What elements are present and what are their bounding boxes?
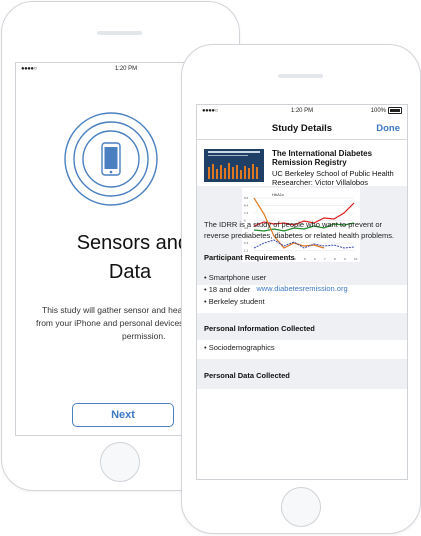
- chart-x-tick: 8: [334, 257, 336, 261]
- list-item: • Sociodemographics: [204, 343, 275, 352]
- list-item-label: 18 and older: [208, 285, 251, 294]
- chart-x-tick: 9: [344, 257, 346, 261]
- home-button[interactable]: [281, 487, 321, 527]
- chart-y-tick: 2.4: [244, 241, 249, 245]
- battery-indicator: 100%: [371, 107, 402, 114]
- study-details-screen: ●●●●○ 1:20 PM 100% Study Details Done Th…: [196, 104, 408, 480]
- battery-label: 100%: [370, 107, 386, 114]
- section-title-personal-data: Personal Data Collected: [204, 371, 290, 380]
- list-item-label: Berkeley student: [208, 297, 265, 306]
- home-button[interactable]: [100, 442, 140, 482]
- chart-x-tick: 10: [354, 257, 358, 261]
- section-title-requirements: Participant Requirements: [204, 253, 295, 262]
- status-bar: ●●●●○ 1:20 PM 100%: [197, 105, 407, 117]
- chart-series-blue: [253, 239, 355, 249]
- list-item: • Berkeley student: [204, 297, 265, 306]
- battery-icon: [388, 107, 402, 114]
- list-item-label: Smartphone user: [208, 273, 267, 282]
- done-button[interactable]: Done: [376, 123, 400, 134]
- study-thumbnail: [204, 149, 264, 182]
- chart-label: HbA1c: [272, 192, 284, 197]
- chart-x-tick: 7: [324, 257, 326, 261]
- list-item: • Smartphone user: [204, 273, 267, 282]
- study-header: The International Diabetes Remission Reg…: [197, 140, 407, 187]
- phone-signal-icon: [64, 112, 158, 206]
- chart-x-tick: 5: [304, 257, 306, 261]
- chart-y-tick: 1.2: [244, 249, 249, 253]
- chart-y-tick: 7.2: [244, 211, 249, 215]
- next-button[interactable]: Next: [72, 403, 174, 427]
- section-title-personal-info: Personal Information Collected: [204, 324, 315, 333]
- study-title: The International Diabetes Remission Reg…: [272, 149, 373, 167]
- phone-front: ●●●●○ 1:20 PM 100% Study Details Done Th…: [181, 44, 421, 534]
- list-item: • 18 and older: [204, 285, 251, 294]
- navigation-bar: Study Details Done: [197, 117, 407, 140]
- list-item-label: Sociodemographics: [208, 343, 275, 352]
- study-institution: UC Berkeley School of Public Health: [272, 169, 394, 178]
- chart-y-tick: 9.6: [244, 196, 249, 200]
- chart-y-tick: 8.4: [244, 204, 249, 208]
- study-description: The IDRR is a study of people who want t…: [204, 220, 395, 240]
- thumbnail-chart: [208, 163, 258, 179]
- chart-x-tick: 6: [314, 257, 316, 261]
- speaker-grille: [278, 74, 323, 78]
- speaker-grille: [97, 31, 142, 35]
